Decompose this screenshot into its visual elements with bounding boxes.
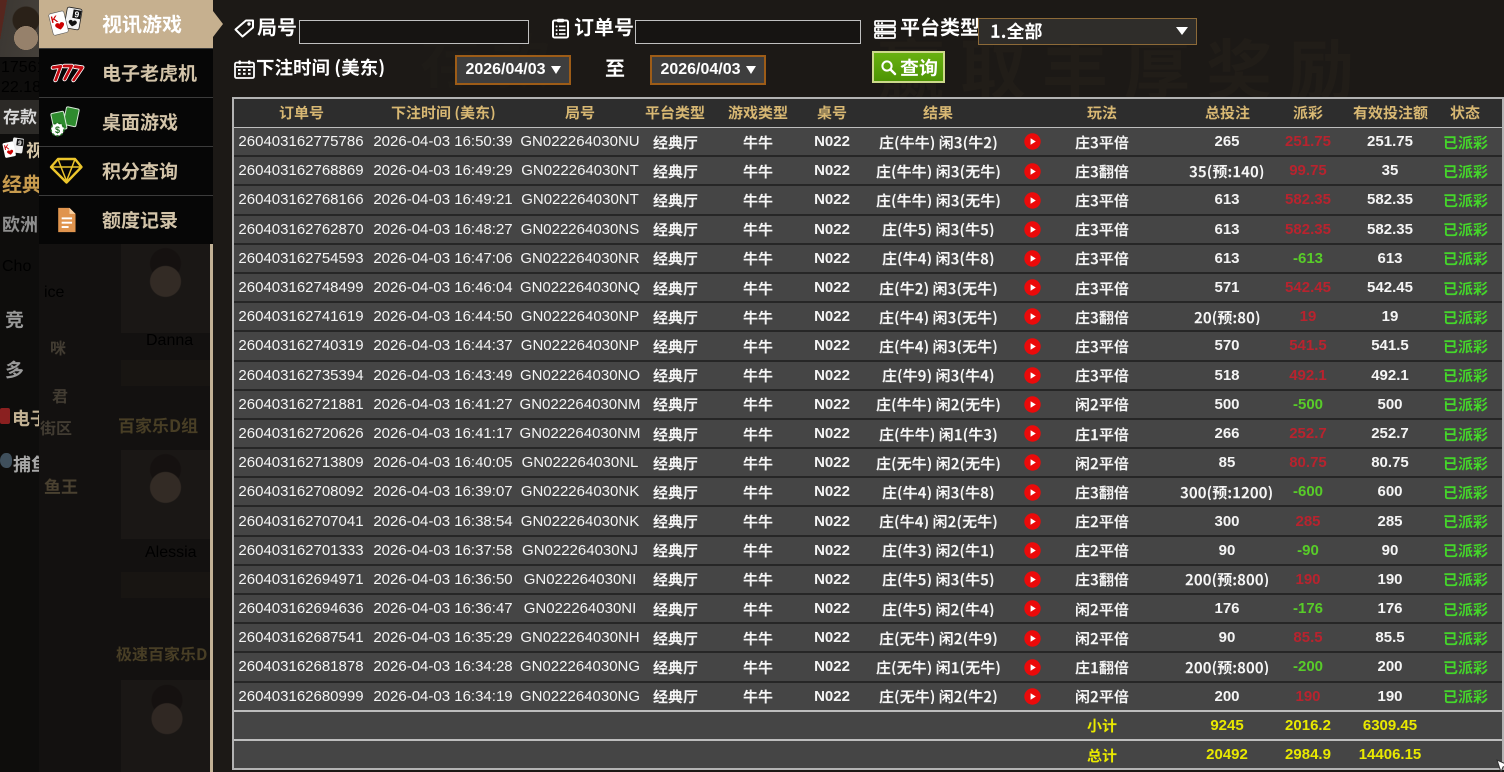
svg-text:$: $ bbox=[55, 125, 60, 135]
